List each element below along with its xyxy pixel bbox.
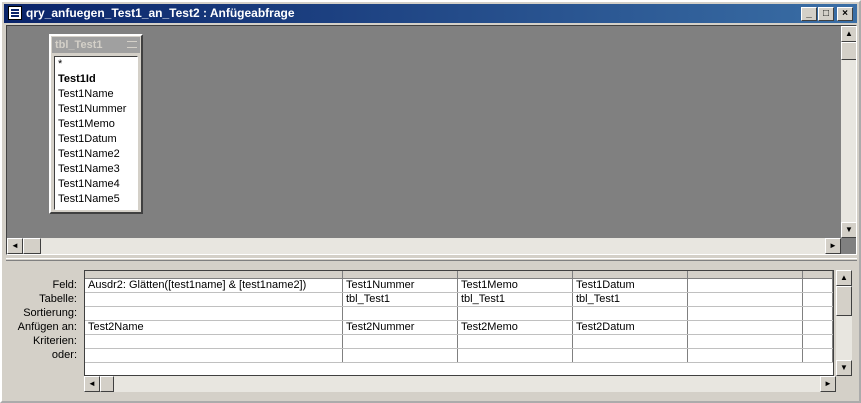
- row-label: Kriterien:: [32, 335, 77, 347]
- title-bar[interactable]: qry_anfuegen_Test1_an_Test2 : Anfügeabfr…: [4, 4, 857, 23]
- scroll-down-icon[interactable]: ▼: [836, 360, 852, 376]
- close-button[interactable]: ×: [837, 7, 853, 21]
- scroll-left-icon[interactable]: ◄: [84, 376, 100, 392]
- grid-cell[interactable]: [688, 293, 803, 306]
- minimize-button[interactable]: _: [801, 7, 817, 21]
- field-list[interactable]: * Test1Id Test1Name Test1Nummer Test1Memo Tes…: [54, 56, 138, 210]
- grid-cell[interactable]: [688, 349, 803, 362]
- grid-cell[interactable]: Test1Datum: [573, 279, 688, 292]
- grid-row-oder: [85, 349, 833, 363]
- field-list-table-name: tbl_Test1: [55, 39, 103, 51]
- field-list-title[interactable]: tbl_Test1: [52, 37, 140, 53]
- grid-cell[interactable]: [688, 307, 803, 320]
- grid-vertical-scrollbar[interactable]: ▲ ▼: [836, 270, 852, 376]
- grid-cell[interactable]: [343, 307, 458, 320]
- grid-cell[interactable]: [573, 307, 688, 320]
- column-selector[interactable]: [688, 271, 803, 278]
- table-pane-vertical-scrollbar[interactable]: ▲ ▼: [841, 26, 856, 238]
- scroll-down-icon[interactable]: ▼: [841, 222, 856, 238]
- grid-cell[interactable]: [458, 349, 573, 362]
- row-label: Sortierung:: [23, 307, 77, 319]
- grid-cell[interactable]: [803, 335, 833, 348]
- table-pane-horizontal-scrollbar[interactable]: ◄ ►: [7, 238, 841, 254]
- scrollbar-thumb[interactable]: [836, 286, 852, 316]
- grid-horizontal-scrollbar[interactable]: ◄ ►: [84, 376, 836, 392]
- grid-cell[interactable]: [573, 349, 688, 362]
- pane-splitter[interactable]: [6, 258, 857, 261]
- row-label: Feld:: [52, 279, 77, 291]
- grid-cell[interactable]: Test2Nummer: [343, 321, 458, 334]
- grid-row-kriterien: [85, 335, 833, 349]
- scrollbar-thumb[interactable]: [23, 238, 41, 254]
- grid-cell[interactable]: [803, 349, 833, 362]
- field-list-item[interactable]: Test1Name4: [55, 177, 137, 192]
- window-title: qry_anfuegen_Test1_an_Test2 : Anfügeabfr…: [26, 6, 295, 20]
- grid-cell[interactable]: tbl_Test1: [343, 293, 458, 306]
- field-list-item[interactable]: Test1Nummer: [55, 102, 137, 117]
- field-list-item[interactable]: Test1Id: [55, 72, 137, 87]
- grid-cell[interactable]: [803, 307, 833, 320]
- design-grid-pane: Feld: Tabelle: Sortierung: Anfügen an: Krite…: [6, 264, 857, 401]
- query-window-icon[interactable]: [8, 6, 22, 20]
- field-list-item[interactable]: Test1Name5: [55, 192, 137, 207]
- field-list-item[interactable]: Test1Name3: [55, 162, 137, 177]
- grid-cell[interactable]: [343, 335, 458, 348]
- scrollbar-thumb[interactable]: [841, 42, 856, 60]
- scroll-right-icon[interactable]: ►: [825, 238, 841, 254]
- grid-cell[interactable]: [458, 307, 573, 320]
- scroll-up-icon[interactable]: ▲: [836, 270, 852, 286]
- grid-cell[interactable]: [688, 335, 803, 348]
- field-list-item[interactable]: *: [55, 57, 137, 72]
- field-list-menu-icon: [127, 41, 137, 48]
- grid-row-sortierung: [85, 307, 833, 321]
- grid-cell[interactable]: Test2Name: [85, 321, 343, 334]
- grid-cell[interactable]: [803, 293, 833, 306]
- grid-cell[interactable]: Test2Memo: [458, 321, 573, 334]
- scroll-up-icon[interactable]: ▲: [841, 26, 856, 42]
- grid-cell[interactable]: [85, 349, 343, 362]
- field-list-item[interactable]: Test1Name: [55, 87, 137, 102]
- grid-row-feld: Ausdr2: Glätten([test1name] & [test1name…: [85, 279, 833, 293]
- grid-row-anfuegen_an: Test2Name Test2Nummer Test2Memo Test2Datum: [85, 321, 833, 335]
- grid-cell[interactable]: Test1Memo: [458, 279, 573, 292]
- query-window: qry_anfuegen_Test1_an_Test2 : Anfügeabfr…: [0, 0, 861, 403]
- maximize-button[interactable]: □: [818, 7, 834, 21]
- scrollbar-thumb[interactable]: [100, 376, 114, 392]
- column-selector[interactable]: [803, 271, 833, 278]
- scroll-right-icon[interactable]: ►: [820, 376, 836, 392]
- grid-cell[interactable]: Ausdr2: Glätten([test1name] & [test1name…: [85, 279, 343, 292]
- grid-cell[interactable]: tbl_Test1: [458, 293, 573, 306]
- grid-cell[interactable]: Test1Nummer: [343, 279, 458, 292]
- column-selectors[interactable]: [85, 271, 833, 279]
- grid-row-tabelle: tbl_Test1 tbl_Test1 tbl_Test1: [85, 293, 833, 307]
- grid-cell[interactable]: Test2Datum: [573, 321, 688, 334]
- row-label: Tabelle:: [39, 293, 77, 305]
- grid-cell[interactable]: [85, 335, 343, 348]
- field-list-item[interactable]: Test1Datum: [55, 132, 137, 147]
- grid-cell[interactable]: [85, 307, 343, 320]
- field-list-window[interactable]: tbl_Test1 * Test1Id Test1Name Test1Nummer Te…: [49, 34, 143, 214]
- grid-cell[interactable]: [85, 293, 343, 306]
- field-list-item[interactable]: Test1Memo: [55, 117, 137, 132]
- row-label: Anfügen an:: [17, 321, 77, 333]
- row-labels: Feld: Tabelle: Sortierung: Anfügen an: Krite…: [6, 278, 80, 362]
- table-pane[interactable]: tbl_Test1 * Test1Id Test1Name Test1Nummer Te…: [6, 25, 857, 255]
- grid-cell[interactable]: [458, 335, 573, 348]
- column-selector[interactable]: [573, 271, 688, 278]
- grid-cell[interactable]: [803, 279, 833, 292]
- grid-cell[interactable]: [343, 349, 458, 362]
- scroll-left-icon[interactable]: ◄: [7, 238, 23, 254]
- design-grid[interactable]: Ausdr2: Glätten([test1name] & [test1name…: [84, 270, 834, 376]
- column-selector[interactable]: [458, 271, 573, 278]
- grid-cell[interactable]: [688, 279, 803, 292]
- grid-cell[interactable]: [573, 335, 688, 348]
- field-list-item[interactable]: Test1Name2: [55, 147, 137, 162]
- grid-cell[interactable]: tbl_Test1: [573, 293, 688, 306]
- grid-cell[interactable]: [688, 321, 803, 334]
- row-label: oder:: [51, 349, 77, 361]
- column-selector[interactable]: [343, 271, 458, 278]
- column-selector[interactable]: [85, 271, 343, 278]
- grid-cell[interactable]: [803, 321, 833, 334]
